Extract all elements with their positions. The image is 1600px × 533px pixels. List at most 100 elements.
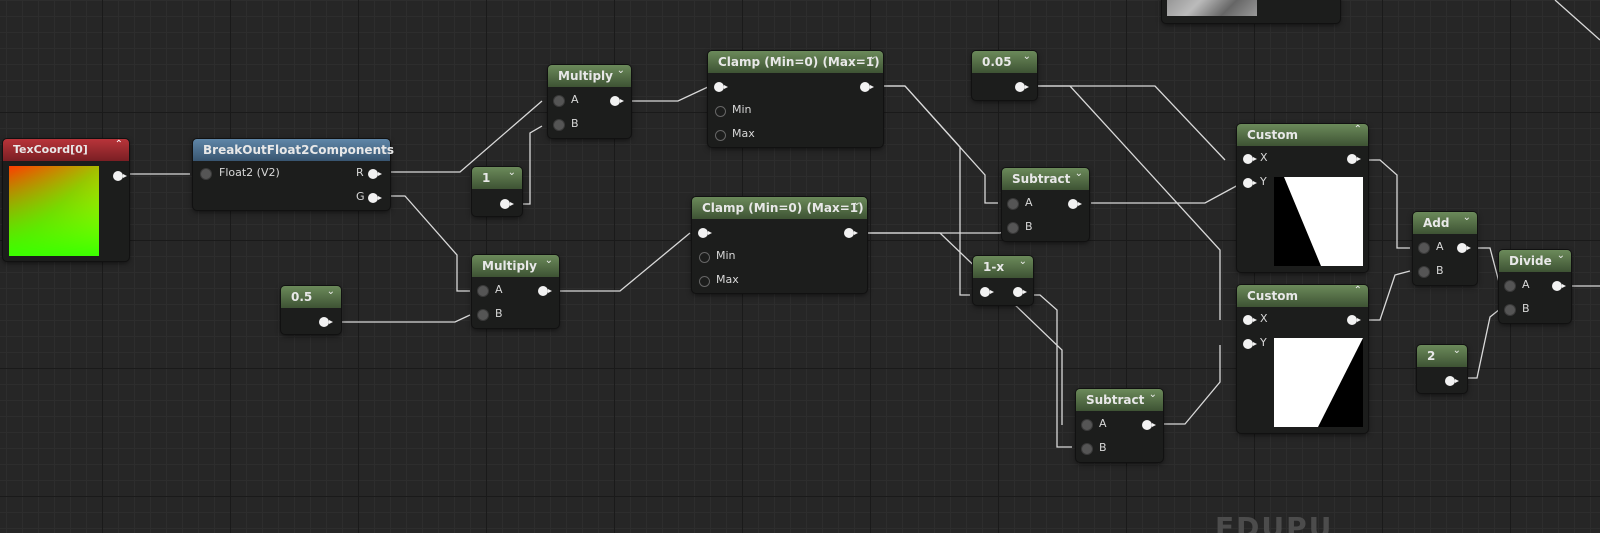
output-pin[interactable] [319, 317, 333, 327]
subtract-node-2[interactable]: Subtract ⌄ A B [1076, 389, 1163, 462]
y-input-pin[interactable] [1243, 339, 1257, 349]
float2-input-pin[interactable] [201, 169, 211, 179]
chevron-down-icon[interactable]: ⌄ [853, 197, 861, 208]
chevron-down-icon[interactable]: ⌄ [508, 167, 516, 178]
breakout-float2-node[interactable]: BreakOutFloat2Components Float2 (V2) R G [193, 139, 394, 210]
divide-node[interactable]: Divide ⌄ A B [1499, 250, 1571, 323]
uv-gradient-preview [9, 166, 99, 256]
chevron-down-icon[interactable]: ⌄ [1023, 51, 1031, 62]
input-pin[interactable] [698, 228, 712, 238]
output-pin[interactable] [1347, 315, 1361, 325]
chevron-down-icon[interactable]: ⌄ [1019, 256, 1027, 267]
a-input-pin[interactable] [1419, 243, 1429, 253]
output-pin[interactable] [1015, 82, 1029, 92]
texcoord-title: TexCoord[0] [3, 139, 129, 161]
x-input-pin[interactable] [1243, 315, 1257, 325]
a-input-pin[interactable] [554, 96, 564, 106]
constant-1-node[interactable]: 1 ⌄ [472, 167, 522, 216]
collapse-chevron-icon[interactable]: ⌃ [1354, 124, 1362, 135]
b-input-pin[interactable] [1505, 305, 1515, 315]
a-input-label: A [1025, 196, 1033, 209]
g-output-pin[interactable] [368, 193, 382, 203]
y-input-label: Y [1260, 336, 1267, 349]
output-pin[interactable] [500, 199, 514, 209]
custom-preview-2 [1274, 338, 1363, 427]
chevron-down-icon[interactable]: ⌄ [1075, 168, 1083, 179]
texcoord-node[interactable]: TexCoord[0] ⌃ [3, 139, 129, 261]
r-output-pin[interactable] [368, 169, 382, 179]
b-input-pin[interactable] [1008, 223, 1018, 233]
constant-0-05-node[interactable]: 0.05 ⌄ [972, 51, 1037, 100]
clamp-node-1[interactable]: Clamp (Min=0) (Max=1) ⌄ Min Max [708, 51, 883, 147]
clamp-node-2[interactable]: Clamp (Min=0) (Max=1) ⌄ Min Max [692, 197, 867, 293]
chevron-down-icon[interactable]: ⌄ [1149, 389, 1157, 400]
output-pin[interactable] [610, 96, 624, 106]
x-input-label: X [1260, 312, 1268, 325]
a-input-label: A [571, 93, 579, 106]
output-pin[interactable] [844, 228, 858, 238]
chevron-down-icon[interactable]: ⌄ [617, 65, 625, 76]
min-input-pin[interactable] [699, 252, 710, 263]
texture-thumbnail [1167, 0, 1257, 16]
output-pin[interactable] [538, 286, 552, 296]
output-pin[interactable] [1552, 281, 1566, 291]
b-input-pin[interactable] [1419, 267, 1429, 277]
output-pin[interactable] [1445, 376, 1459, 386]
output-pin[interactable] [1457, 243, 1471, 253]
output-pin[interactable] [113, 171, 127, 181]
custom-node-2[interactable]: Custom ⌃ X Y [1237, 285, 1368, 433]
x-input-label: X [1260, 151, 1268, 164]
a-input-label: A [1436, 240, 1444, 253]
max-input-pin[interactable] [715, 130, 726, 141]
subtract-node-1[interactable]: Subtract ⌄ A B [1002, 168, 1089, 241]
a-input-pin[interactable] [1008, 199, 1018, 209]
collapse-chevron-icon[interactable]: ⌃ [115, 139, 123, 150]
b-input-pin[interactable] [478, 310, 488, 320]
input-pin[interactable] [980, 287, 994, 297]
a-input-pin[interactable] [1505, 281, 1515, 291]
wire [1161, 345, 1221, 425]
y-input-pin[interactable] [1243, 178, 1257, 188]
collapse-chevron-icon[interactable]: ⌃ [1354, 285, 1362, 296]
b-input-pin[interactable] [1082, 444, 1092, 454]
custom-node-1[interactable]: Custom ⌃ X Y [1237, 124, 1368, 272]
constant-0-5-node[interactable]: 0.5 ⌄ [281, 286, 341, 334]
one-minus-node[interactable]: 1-x ⌄ [973, 256, 1033, 305]
constant-2-node[interactable]: 2 ⌄ [1417, 345, 1467, 393]
b-input-pin[interactable] [554, 120, 564, 130]
min-input-pin[interactable] [715, 106, 726, 117]
b-input-label: B [1025, 220, 1033, 233]
wire [390, 100, 543, 173]
x-input-pin[interactable] [1243, 154, 1257, 164]
max-input-pin[interactable] [699, 276, 710, 287]
output-pin[interactable] [1347, 154, 1361, 164]
texture-sample-node[interactable] [1162, 0, 1340, 23]
wire [866, 227, 1016, 234]
add-node[interactable]: Add ⌄ A B [1413, 212, 1477, 285]
output-pin[interactable] [1068, 199, 1082, 209]
multiply-node-2[interactable]: Multiply ⌄ A B [472, 255, 559, 328]
a-input-pin[interactable] [1082, 420, 1092, 430]
a-input-label: A [1522, 278, 1530, 291]
chevron-down-icon[interactable]: ⌄ [327, 286, 335, 297]
wire [630, 85, 711, 102]
output-pin[interactable] [860, 82, 874, 92]
a-input-pin[interactable] [478, 286, 488, 296]
chevron-down-icon[interactable]: ⌄ [1453, 345, 1461, 356]
wire [883, 85, 970, 296]
wire [556, 232, 691, 292]
float2-input-label: Float2 (V2) [219, 166, 280, 179]
input-pin[interactable] [714, 82, 728, 92]
wire [1465, 308, 1501, 379]
material-graph-canvas[interactable]: TexCoord[0] ⌃ BreakOutFloat2Components F… [0, 0, 1600, 533]
chevron-down-icon[interactable]: ⌄ [1557, 250, 1565, 261]
output-pin[interactable] [1013, 287, 1027, 297]
multiply-node-1[interactable]: Multiply ⌄ A B [548, 65, 631, 138]
output-pin[interactable] [1142, 420, 1156, 430]
chevron-down-icon[interactable]: ⌄ [545, 255, 553, 266]
a-input-label: A [1099, 417, 1107, 430]
wire [333, 314, 471, 323]
chevron-down-icon[interactable]: ⌄ [1463, 212, 1471, 223]
custom-preview-1 [1274, 177, 1363, 266]
chevron-down-icon[interactable]: ⌄ [869, 51, 877, 62]
